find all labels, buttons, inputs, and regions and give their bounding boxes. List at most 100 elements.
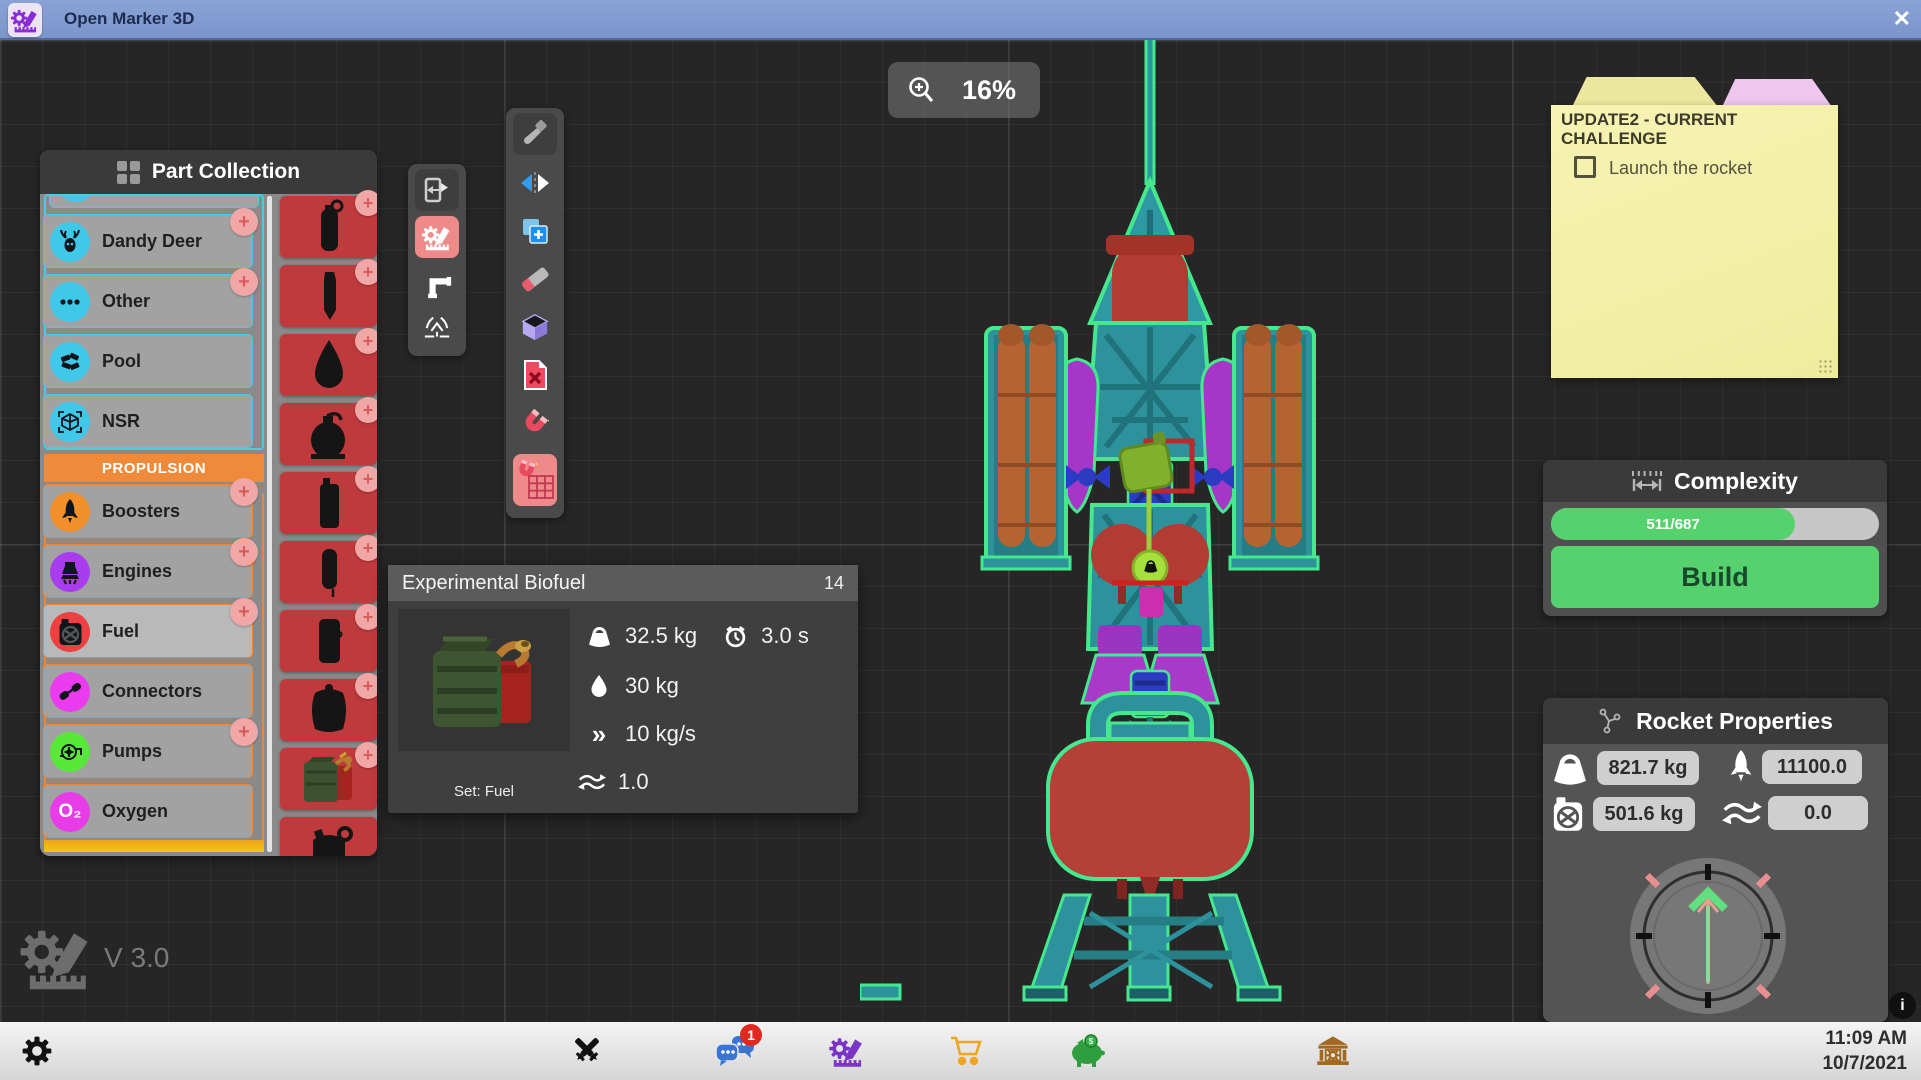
sidebar-item-nsr[interactable]: NSR (43, 394, 253, 448)
category-scrollbar[interactable] (267, 196, 272, 852)
sidebar-item-other[interactable]: Other + (43, 274, 253, 328)
piggy-bank-icon[interactable]: $ (1066, 1031, 1108, 1071)
build-button[interactable]: Build (1551, 546, 1879, 608)
bank-icon[interactable] (1312, 1031, 1354, 1071)
picker-icon[interactable] (513, 113, 557, 155)
sticky-note[interactable]: UPDATE2 - CURRENT CHALLENGE Launch the r… (1551, 105, 1838, 378)
weight-icon (585, 624, 613, 648)
wireframe-cube-icon (50, 402, 90, 442)
sidebar-item-pumps[interactable]: Pumps + (43, 724, 253, 778)
add-part-button[interactable]: + (355, 466, 377, 492)
part-card[interactable]: + (280, 679, 377, 741)
engine-icon (50, 552, 90, 592)
tooltip-part-name: Experimental Biofuel (402, 572, 585, 595)
title-bar: Open Marker 3D ✕ (0, 0, 1921, 40)
add-part-button[interactable]: + (230, 598, 258, 626)
sidebar-item-oxygen[interactable]: O₂ Oxygen (43, 784, 253, 838)
chat-icon[interactable]: 1 (714, 1031, 756, 1071)
build-marker-icon[interactable] (415, 216, 459, 258)
resize-grip[interactable] (1818, 359, 1832, 373)
orientation-compass (1628, 856, 1788, 1016)
cube-icon[interactable] (513, 306, 557, 348)
stat-ratio: 1.0 (618, 769, 649, 795)
delete-icon[interactable] (513, 354, 557, 396)
panel-bottom-bar (44, 840, 264, 852)
info-button[interactable]: i (1889, 992, 1916, 1019)
part-card[interactable]: + (280, 472, 377, 534)
part-card[interactable]: + (280, 265, 377, 327)
sidebar-item-dandy-deer[interactable]: Dandy Deer + (43, 214, 253, 268)
torque-value: 0.0 (1768, 796, 1868, 830)
part-card-biofuel[interactable]: + (280, 748, 377, 810)
clock-time: 11:09 AM (1822, 1026, 1907, 1051)
part-collection-header[interactable]: Part Collection (40, 150, 377, 194)
jerry-can-icon (50, 612, 90, 652)
pipe-icon[interactable] (415, 263, 459, 305)
add-part-button[interactable]: + (355, 259, 377, 285)
circuit-icon (1598, 708, 1624, 734)
shop-cart-icon[interactable] (946, 1031, 988, 1071)
sidebar-item-pool[interactable]: Pool (43, 334, 253, 388)
note-tab-yellow[interactable] (1572, 77, 1718, 107)
close-button[interactable]: ✕ (1893, 5, 1911, 33)
add-part-button[interactable]: + (230, 718, 258, 746)
plug-icon (50, 672, 90, 712)
version-label: V 3.0 (104, 942, 169, 996)
taskbar-clock: 11:09 AM 10/7/2021 (1822, 1026, 1907, 1076)
part-card[interactable]: + (280, 541, 377, 603)
add-part-button[interactable]: + (230, 208, 258, 236)
app-logo-icon (8, 3, 42, 37)
add-part-button[interactable]: + (230, 268, 258, 296)
add-part-button[interactable]: + (230, 478, 258, 506)
add-part-button[interactable]: + (355, 604, 377, 630)
add-part-button[interactable]: + (355, 535, 377, 561)
list-item[interactable] (49, 194, 259, 208)
total-mass-value: 821.7 kg (1597, 751, 1699, 785)
sidebar-item-fuel[interactable]: Fuel + (43, 604, 253, 658)
eraser-icon[interactable] (513, 258, 557, 300)
spray-icon[interactable] (415, 308, 459, 350)
add-part-button[interactable]: + (355, 673, 377, 699)
part-card[interactable]: + (280, 334, 377, 396)
stat-rate: 10 kg/s (625, 721, 696, 747)
transfer-icon[interactable] (415, 169, 459, 211)
snap-grid-icon[interactable] (513, 454, 557, 506)
part-card[interactable]: + (280, 610, 377, 672)
settings-gear-icon[interactable] (16, 1031, 58, 1071)
chat-badge: 1 (740, 1024, 762, 1046)
part-collection-panel: Part Collection Dandy Deer + (40, 150, 377, 856)
weave-icon (50, 342, 90, 382)
task-checkbox[interactable] (1574, 156, 1596, 178)
thrust-rocket-icon (1728, 748, 1754, 786)
duplicate-icon[interactable] (513, 210, 557, 252)
tooltip-set-label: Set: Fuel (398, 783, 570, 800)
zoom-control[interactable]: 16% (888, 62, 1040, 118)
add-part-button[interactable]: + (355, 328, 377, 354)
sidebar-item-connectors[interactable]: Connectors (43, 664, 253, 718)
complexity-panel: Complexity 511/687 Build (1543, 460, 1887, 616)
add-part-button[interactable]: + (355, 742, 377, 768)
stat-fuel: 30 kg (625, 673, 679, 699)
complexity-progress: 511/687 (1551, 508, 1879, 540)
part-card[interactable]: + (280, 196, 377, 258)
part-tooltip: Experimental Biofuel 14 Set: Fuel 32.5 k… (388, 565, 858, 813)
add-part-button[interactable]: + (355, 397, 377, 423)
part-card[interactable]: + (280, 403, 377, 465)
mirror-icon[interactable] (513, 162, 557, 204)
magnet-icon[interactable] (513, 402, 557, 444)
timer-icon (721, 625, 749, 648)
torque-icon (578, 772, 606, 792)
rocket-properties-panel: Rocket Properties 821.7 kg 11100.0 501.6… (1543, 698, 1888, 1022)
tooltip-part-image (398, 609, 570, 751)
oxygen-icon: O₂ (50, 792, 90, 832)
add-part-button[interactable]: + (230, 538, 258, 566)
part-card[interactable] (280, 817, 377, 856)
battle-markers-icon[interactable] (566, 1031, 608, 1071)
tooltip-part-count: 14 (824, 573, 844, 594)
rocket-model[interactable] (860, 35, 1440, 1015)
stat-burn-time: 3.0 s (761, 623, 809, 649)
build-app-icon[interactable] (826, 1031, 868, 1071)
sidebar-item-boosters[interactable]: Boosters + (43, 484, 253, 538)
sidebar-item-engines[interactable]: Engines + (43, 544, 253, 598)
add-part-button[interactable]: + (355, 190, 377, 216)
